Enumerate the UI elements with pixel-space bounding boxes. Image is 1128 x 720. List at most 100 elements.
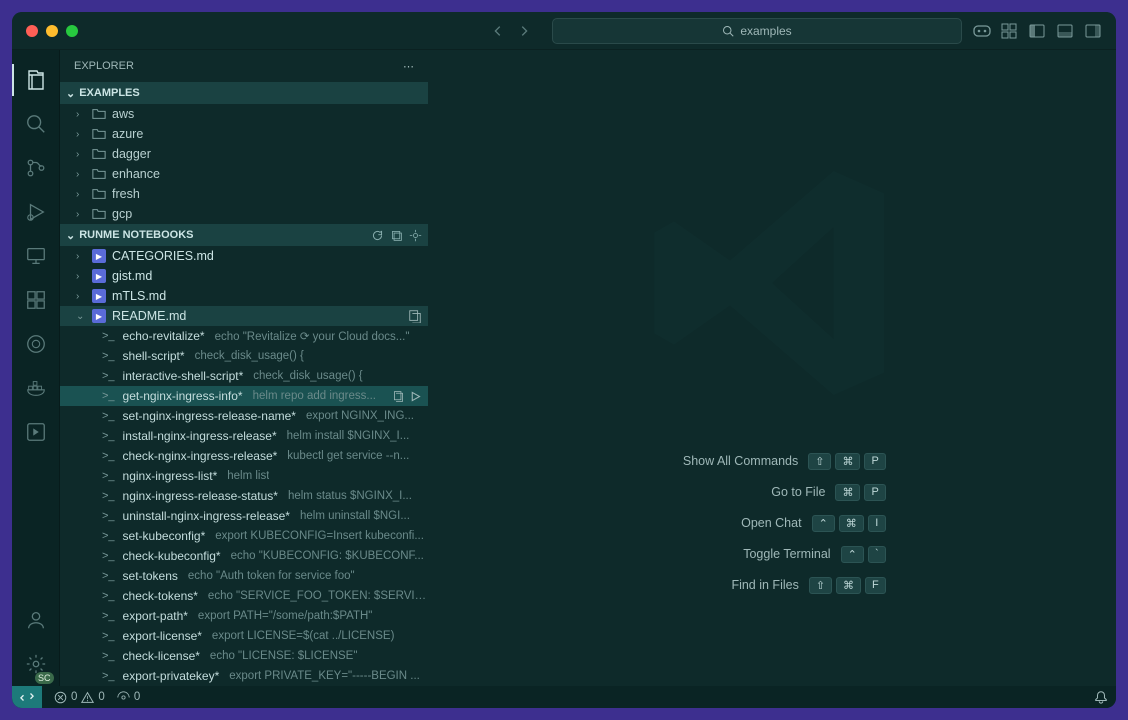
notebook-cell[interactable]: >_ check-nginx-ingress-release* kubectl ge… <box>60 446 428 466</box>
toggle-panel-icon[interactable] <box>1056 22 1074 40</box>
activity-settings[interactable] <box>12 653 60 675</box>
notebook-cell[interactable]: >_check-kubeconfig*echo "KUBECONFIG: $KU… <box>60 546 428 566</box>
activity-runme[interactable] <box>12 410 60 454</box>
cell-name: get-nginx-ingress-info* <box>123 389 243 403</box>
notebook-file-name: mTLS.md <box>112 289 166 303</box>
remote-indicator[interactable] <box>12 686 42 708</box>
activity-search[interactable] <box>12 102 60 146</box>
open-file-icon[interactable] <box>408 309 422 323</box>
notebook-cell[interactable]: >_set-kubeconfig*export KUBECONFIG=Inser… <box>60 526 428 546</box>
maximize-window-button[interactable] <box>66 25 78 37</box>
folder-icon <box>92 207 106 221</box>
activity-run-debug[interactable] <box>12 190 60 234</box>
notebook-file[interactable]: ›▶CATEGORIES.md <box>60 246 428 266</box>
keycap: F <box>865 577 886 594</box>
toggle-secondary-sidebar-icon[interactable] <box>1084 22 1102 40</box>
cell-code-preview: helm install $NGINX_I... <box>287 430 410 442</box>
activity-docker[interactable] <box>12 366 60 410</box>
command-center-search[interactable]: examples <box>552 18 962 44</box>
notebook-file[interactable]: ⌄▶README.md <box>60 306 428 326</box>
examples-folder-tree: ›aws›azure›dagger›enhance›fresh›gcp <box>60 104 428 224</box>
welcome-command-label: Show All Commands <box>658 454 798 468</box>
activity-explorer[interactable] <box>12 58 60 102</box>
notebook-cell[interactable]: >_get-nginx-ingress-info*helm repo add i… <box>60 386 428 406</box>
notebook-file[interactable]: ›▶gist.md <box>60 266 428 286</box>
terminal-icon: >_ <box>102 590 115 602</box>
minimize-window-button[interactable] <box>46 25 58 37</box>
folder-gcp[interactable]: ›gcp <box>60 204 428 224</box>
terminal-icon: >_ <box>102 670 115 682</box>
layout-customize-icon[interactable] <box>1000 22 1018 40</box>
notebook-cell[interactable]: >_export-path*export PATH="/some/path:$P… <box>60 606 428 626</box>
open-cell-icon[interactable] <box>392 390 405 403</box>
run-cell-icon[interactable] <box>409 390 422 403</box>
notebook-cell[interactable]: >_interactive-shell-script*check_disk_us… <box>60 366 428 386</box>
notebook-icon: ▶ <box>92 249 106 263</box>
toggle-primary-sidebar-icon[interactable] <box>1028 22 1046 40</box>
activity-testing[interactable] <box>12 322 60 366</box>
folder-fresh[interactable]: ›fresh <box>60 184 428 204</box>
notebook-cell[interactable]: >_echo-revitalize*echo "Revitalize ⟳ you… <box>60 326 428 346</box>
terminal-icon: >_ <box>102 430 115 442</box>
notebook-file[interactable]: ›▶mTLS.md <box>60 286 428 306</box>
collapse-all-icon[interactable] <box>390 229 403 242</box>
cell-code-preview: kubectl get service --n... <box>287 450 409 462</box>
notebook-cell[interactable]: >_export-privatekey*export PRIVATE_KEY="… <box>60 666 428 686</box>
keycap: I <box>868 515 886 532</box>
section-examples-header[interactable]: ⌄ EXAMPLES <box>60 82 428 104</box>
activity-source-control[interactable] <box>12 146 60 190</box>
refresh-icon[interactable] <box>371 229 384 242</box>
folder-aws[interactable]: ›aws <box>60 104 428 124</box>
welcome-command-label: Toggle Terminal <box>691 547 831 561</box>
welcome-command[interactable]: Go to File⌘P <box>658 484 886 501</box>
notebook-cell[interactable]: >_set-tokensecho "Auth token for service… <box>60 566 428 586</box>
notebook-cell[interactable]: >_uninstall-nginx-ingress-release*helm u… <box>60 506 428 526</box>
folder-icon <box>92 147 106 161</box>
notebook-cell[interactable]: >_set-nginx-ingress-release-name*export … <box>60 406 428 426</box>
cell-code-preview: echo "SERVICE_FOO_TOKEN: $SERVIC... <box>208 590 428 602</box>
status-notifications[interactable] <box>1094 690 1108 704</box>
nav-back-button[interactable] <box>488 21 508 41</box>
activity-accounts[interactable] <box>12 598 60 642</box>
keycap: ⌃ <box>812 515 835 532</box>
status-ports[interactable]: 0 <box>117 691 140 704</box>
notebook-cell[interactable]: >_check-tokens*echo "SERVICE_FOO_TOKEN: … <box>60 586 428 606</box>
folder-azure[interactable]: ›azure <box>60 124 428 144</box>
cell-name: shell-script* <box>123 349 185 363</box>
terminal-icon: >_ <box>102 470 115 482</box>
search-icon <box>722 25 734 37</box>
welcome-command[interactable]: Open Chat⌃⌘I <box>658 515 886 532</box>
chevron-down-icon: ⌄ <box>66 229 75 242</box>
welcome-command[interactable]: Toggle Terminal⌃` <box>658 546 886 563</box>
notebook-cell[interactable]: >_nginx-ingress-release-status*helm stat… <box>60 486 428 506</box>
cell-name: check-nginx-ingress-release* <box>123 449 278 463</box>
notebook-cell[interactable]: >_shell-script*check_disk_usage() { <box>60 346 428 366</box>
sidebar-more-icon[interactable]: ⋯ <box>403 60 414 73</box>
notebook-cell[interactable]: >_check-license*echo "LICENSE: $LICENSE" <box>60 646 428 666</box>
notebook-cell[interactable]: >_install-nginx-ingress-release*helm ins… <box>60 426 428 446</box>
close-window-button[interactable] <box>26 25 38 37</box>
nav-forward-button[interactable] <box>514 21 534 41</box>
cell-code-preview: helm status $NGINX_I... <box>288 490 412 502</box>
cell-code-preview: echo "Auth token for service foo" <box>188 570 355 582</box>
keycap: ⌘ <box>839 515 864 532</box>
activity-remote-explorer[interactable] <box>12 234 60 278</box>
open-settings-icon[interactable] <box>409 229 422 242</box>
welcome-command[interactable]: Find in Files⇧⌘F <box>658 577 886 594</box>
copilot-icon[interactable] <box>972 23 992 39</box>
cell-code-preview: echo "KUBECONFIG: $KUBECONF... <box>231 550 424 562</box>
notebook-cell[interactable]: >_nginx-ingress-list*helm list <box>60 466 428 486</box>
notebook-cell[interactable]: >_export-license*export LICENSE=$(cat ..… <box>60 626 428 646</box>
welcome-command[interactable]: Show All Commands⇧⌘P <box>658 453 886 470</box>
cell-name: set-tokens <box>123 569 178 583</box>
activity-extensions[interactable] <box>12 278 60 322</box>
cell-code-preview: export NGINX_ING... <box>306 410 414 422</box>
folder-dagger[interactable]: ›dagger <box>60 144 428 164</box>
window-controls <box>26 25 78 37</box>
folder-enhance[interactable]: ›enhance <box>60 164 428 184</box>
section-notebooks-header[interactable]: ⌄ RUNME NOTEBOOKS <box>60 224 428 246</box>
status-problems[interactable]: 0 0 <box>54 691 105 704</box>
terminal-icon: >_ <box>102 510 115 522</box>
keycap: ⌃ <box>841 546 864 563</box>
terminal-icon: >_ <box>102 450 115 462</box>
